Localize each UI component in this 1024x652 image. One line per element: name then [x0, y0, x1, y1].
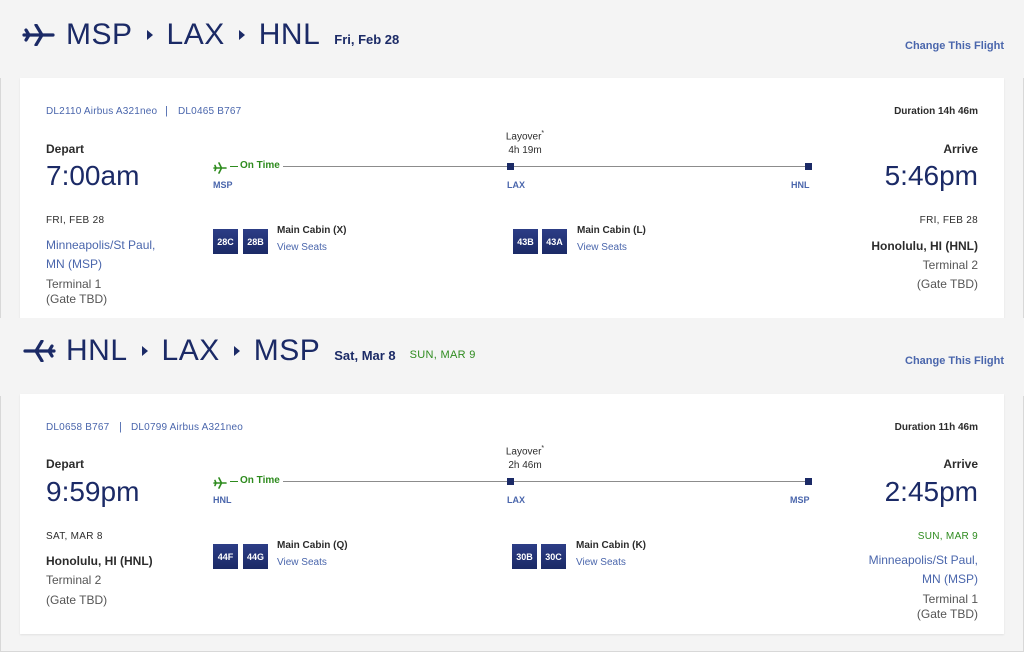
timeline-stop: LAX: [507, 180, 525, 190]
timeline-origin: HNL: [213, 495, 232, 505]
cabin-class: Main Cabin (K): [576, 540, 646, 551]
route-arrow-icon: [141, 346, 148, 356]
layover-footnote-marker: *: [541, 130, 545, 137]
seat-badge[interactable]: 30C: [541, 544, 566, 569]
arrive-time: 5:46pm: [884, 160, 978, 191]
status-dash: [230, 166, 238, 167]
depart-city: Honolulu, HI (HNL): [46, 554, 153, 568]
timeline-destination: MSP: [790, 495, 810, 505]
arrive-city-code[interactable]: MN (MSP): [922, 570, 978, 589]
timeline-stop: LAX: [507, 495, 525, 505]
arrive-terminal: Terminal 1: [922, 592, 978, 606]
flight-card: DL2110 Airbus A321neo | DL0465 B767 Dura…: [20, 78, 1004, 318]
flight-divider: |: [165, 105, 168, 117]
depart-label: Depart: [46, 457, 85, 471]
seat-badge[interactable]: 43B: [513, 229, 538, 254]
destination-node: [805, 478, 812, 485]
change-flight-link[interactable]: Change This Flight: [905, 355, 1004, 367]
route-title: HNL LAX MSP Sat, Mar 8 SUN, MAR 9: [22, 334, 476, 368]
cabin-class: Main Cabin (L): [577, 225, 646, 236]
depart-city-code[interactable]: MN (MSP): [46, 255, 102, 274]
depart-terminal: Terminal 2: [46, 573, 102, 587]
change-flight-link[interactable]: Change This Flight: [905, 40, 1004, 52]
route-arrow-icon: [146, 30, 153, 40]
route-origin: HNL: [66, 334, 128, 367]
layover-node: [507, 478, 514, 485]
arrive-city: Honolulu, HI (HNL): [871, 239, 978, 253]
arrive-gate: (Gate TBD): [916, 277, 978, 291]
seat-badge[interactable]: 28C: [213, 229, 238, 254]
view-seats-link[interactable]: View Seats: [277, 557, 327, 568]
route-destination: MSP: [253, 334, 321, 367]
route-arrow-icon: [233, 346, 240, 356]
leg-header: HNL LAX MSP Sat, Mar 8 SUN, MAR 9 Change…: [0, 318, 1024, 396]
route-arrow-icon: [238, 30, 245, 40]
depart-time: 9:59pm: [46, 476, 140, 507]
timeline-origin: MSP: [213, 180, 233, 190]
layover-label: Layover: [505, 446, 542, 458]
seat-badge[interactable]: 44F: [213, 544, 238, 569]
arrive-date: SUN, MAR 9: [917, 531, 978, 542]
seat-badge[interactable]: 43A: [542, 229, 567, 254]
view-seats-link[interactable]: View Seats: [576, 557, 626, 568]
view-seats-link[interactable]: View Seats: [277, 242, 327, 253]
layover-label: Layover: [505, 131, 542, 143]
arrive-time: 2:45pm: [884, 476, 978, 507]
depart-date: FRI, FEB 28: [46, 215, 105, 226]
layover-duration: 4h 19m: [508, 145, 542, 157]
seat-badge[interactable]: 30B: [512, 544, 537, 569]
timeline-destination: HNL: [791, 180, 810, 190]
plane-small-icon: [213, 161, 227, 174]
seat-badge[interactable]: 44G: [243, 544, 268, 569]
route-origin: MSP: [66, 18, 133, 51]
flight-number-1[interactable]: DL2110 Airbus A321neo: [46, 106, 157, 117]
arrive-label: Arrive: [943, 457, 978, 471]
route-stop: LAX: [166, 18, 225, 51]
airplane-icon: [22, 340, 56, 362]
layover-info: Layover* 4h 19m: [490, 127, 560, 158]
flight-divider: |: [119, 421, 122, 433]
route-stop: LAX: [161, 334, 220, 367]
route-destination: HNL: [258, 18, 321, 51]
depart-city[interactable]: Minneapolis/St Paul,: [46, 236, 155, 255]
trip-duration: Duration 11h 46m: [894, 422, 978, 433]
layover-info: Layover* 2h 46m: [490, 442, 560, 473]
leg-header: MSP LAX HNL Fri, Feb 28 Change This Flig…: [0, 0, 1024, 78]
arrival-date-note: SUN, MAR 9: [409, 349, 476, 361]
trip-duration: Duration 14h 46m: [894, 106, 978, 117]
destination-node: [805, 163, 812, 170]
flight-number-2[interactable]: DL0799 Airbus A321neo: [131, 422, 243, 433]
arrive-gate: (Gate TBD): [916, 607, 978, 621]
route-title: MSP LAX HNL Fri, Feb 28: [22, 18, 399, 52]
flight-card: DL0658 B767 | DL0799 Airbus A321neo Dura…: [20, 394, 1004, 634]
cabin-class: Main Cabin (Q): [277, 540, 348, 551]
route-line: [283, 481, 809, 482]
depart-date: SAT, MAR 8: [46, 531, 103, 542]
route-line: [283, 166, 809, 167]
layover-duration: 2h 46m: [508, 460, 542, 472]
arrive-terminal: Terminal 2: [922, 258, 978, 272]
flight-number-2[interactable]: DL0465 B767: [178, 106, 241, 117]
flight-number-1[interactable]: DL0658 B767: [46, 422, 109, 433]
airplane-icon: [22, 24, 56, 46]
arrive-city[interactable]: Minneapolis/St Paul,: [869, 551, 978, 570]
flight-status: On Time: [240, 160, 280, 171]
status-dash: [230, 481, 238, 482]
arrive-label: Arrive: [943, 142, 978, 156]
view-seats-link[interactable]: View Seats: [577, 242, 627, 253]
depart-label: Depart: [46, 142, 85, 156]
arrive-date: FRI, FEB 28: [919, 215, 978, 226]
leg-date: Fri, Feb 28: [334, 31, 400, 47]
depart-time: 7:00am: [46, 160, 140, 191]
plane-small-icon: [213, 476, 227, 489]
leg-date: Sat, Mar 8: [334, 347, 396, 363]
layover-footnote-marker: *: [541, 445, 545, 452]
flight-status: On Time: [240, 475, 280, 486]
seat-badge[interactable]: 28B: [243, 229, 268, 254]
depart-gate: (Gate TBD): [46, 292, 108, 306]
depart-gate: (Gate TBD): [46, 593, 108, 607]
cabin-class: Main Cabin (X): [277, 225, 347, 236]
layover-node: [507, 163, 514, 170]
depart-terminal: Terminal 1: [46, 277, 102, 291]
